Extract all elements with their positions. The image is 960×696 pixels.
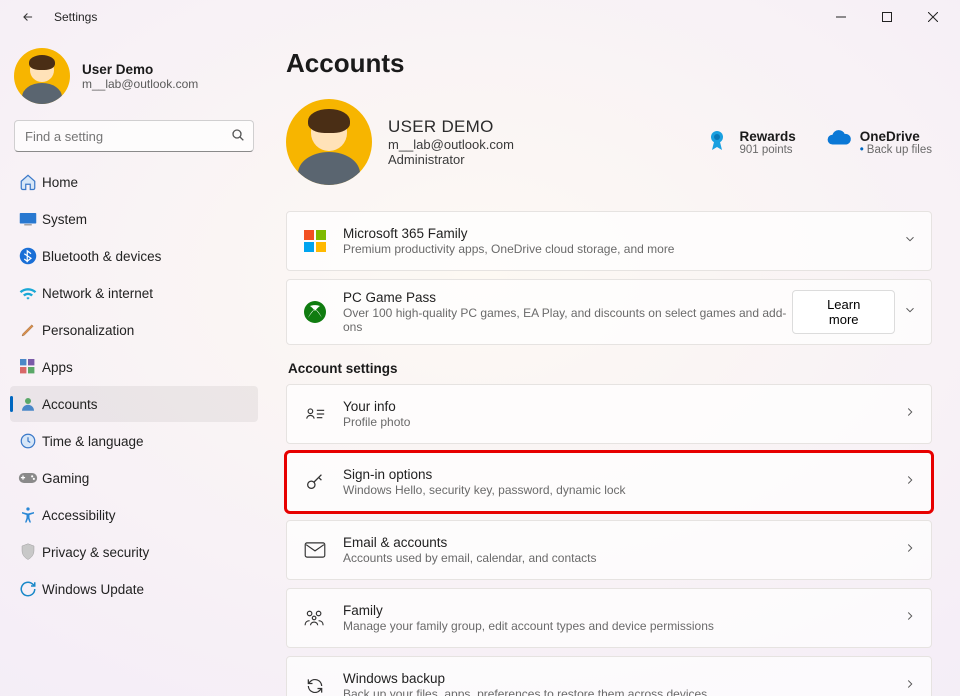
- nav-network[interactable]: Network & internet: [10, 275, 258, 311]
- home-icon: [14, 168, 42, 196]
- brush-icon: [14, 316, 42, 344]
- window-title: Settings: [54, 10, 97, 24]
- main-content: Accounts USER DEMO m__lab@outlook.com Ad…: [268, 34, 960, 696]
- nav-gaming[interactable]: Gaming: [10, 460, 258, 496]
- microsoft-icon: [301, 227, 329, 255]
- card-windows-backup[interactable]: Windows backup Back up your files, apps,…: [286, 656, 932, 696]
- account-hero: USER DEMO m__lab@outlook.com Administrat…: [286, 99, 932, 185]
- system-icon: [14, 205, 42, 233]
- search-icon: [230, 127, 246, 148]
- card-gamepass[interactable]: PC Game Pass Over 100 high-quality PC ga…: [286, 279, 932, 345]
- close-icon: [928, 12, 938, 22]
- key-icon: [301, 468, 329, 496]
- card-m365[interactable]: Microsoft 365 Family Premium productivit…: [286, 211, 932, 271]
- hero-name: USER DEMO: [388, 117, 514, 137]
- onedrive-title: OneDrive: [860, 129, 932, 144]
- profile-email: m__lab@outlook.com: [82, 77, 198, 91]
- nav-list: Home System Bluetooth & devices Network …: [10, 164, 258, 608]
- person-icon: [14, 390, 42, 418]
- nav-privacy[interactable]: Privacy & security: [10, 534, 258, 570]
- maximize-icon: [882, 12, 892, 22]
- nav-time-language[interactable]: Time & language: [10, 423, 258, 459]
- mail-icon: [301, 536, 329, 564]
- chevron-down-icon: [903, 303, 917, 322]
- contact-card-icon: [301, 400, 329, 428]
- accessibility-icon: [14, 501, 42, 529]
- hero-email: m__lab@outlook.com: [388, 137, 514, 152]
- profile-name: User Demo: [82, 62, 198, 77]
- rewards-icon: [705, 129, 729, 153]
- close-button[interactable]: [910, 1, 956, 33]
- chevron-right-icon: [903, 541, 917, 560]
- learn-more-button[interactable]: Learn more: [792, 290, 895, 334]
- chevron-right-icon: [903, 473, 917, 492]
- card-title: PC Game Pass: [343, 290, 792, 305]
- card-title: Windows backup: [343, 671, 707, 686]
- sync-icon: [301, 672, 329, 696]
- window-controls: [818, 1, 956, 33]
- card-sub: Over 100 high-quality PC games, EA Play,…: [343, 306, 792, 334]
- card-signin-options[interactable]: Sign-in options Windows Hello, security …: [286, 452, 932, 512]
- search-input[interactable]: [14, 120, 254, 152]
- nav-personalization[interactable]: Personalization: [10, 312, 258, 348]
- nav-system[interactable]: System: [10, 201, 258, 237]
- page-title: Accounts: [286, 48, 932, 79]
- card-sub: Accounts used by email, calendar, and co…: [343, 551, 596, 565]
- hero-role: Administrator: [388, 152, 514, 167]
- maximize-button[interactable]: [864, 1, 910, 33]
- nav-apps[interactable]: Apps: [10, 349, 258, 385]
- nav-accessibility[interactable]: Accessibility: [10, 497, 258, 533]
- back-button[interactable]: [14, 3, 42, 31]
- card-sub: Windows Hello, security key, password, d…: [343, 483, 626, 497]
- rewards-title: Rewards: [739, 129, 795, 144]
- card-your-info[interactable]: Your info Profile photo: [286, 384, 932, 444]
- nav-home[interactable]: Home: [10, 164, 258, 200]
- update-icon: [14, 575, 42, 603]
- bluetooth-icon: [14, 242, 42, 270]
- search-box: [14, 120, 254, 152]
- section-heading: Account settings: [288, 361, 932, 376]
- apps-icon: [14, 353, 42, 381]
- chevron-down-icon: [903, 232, 917, 251]
- minimize-icon: [836, 12, 846, 22]
- onedrive-tile[interactable]: OneDrive •Back up files: [826, 129, 932, 156]
- card-title: Microsoft 365 Family: [343, 226, 674, 241]
- card-sub: Back up your files, apps, preferences to…: [343, 687, 707, 696]
- sidebar-profile[interactable]: User Demo m__lab@outlook.com: [10, 44, 258, 114]
- arrow-left-icon: [21, 10, 35, 24]
- card-sub: Premium productivity apps, OneDrive clou…: [343, 242, 674, 256]
- card-title: Your info: [343, 399, 410, 414]
- shield-icon: [14, 538, 42, 566]
- card-sub: Manage your family group, edit account t…: [343, 619, 714, 633]
- minimize-button[interactable]: [818, 1, 864, 33]
- xbox-icon: [301, 298, 329, 326]
- avatar-large[interactable]: [286, 99, 372, 185]
- nav-bluetooth[interactable]: Bluetooth & devices: [10, 238, 258, 274]
- card-title: Email & accounts: [343, 535, 596, 550]
- card-title: Family: [343, 603, 714, 618]
- card-sub: Profile photo: [343, 415, 410, 429]
- chevron-right-icon: [903, 677, 917, 696]
- nav-windows-update[interactable]: Windows Update: [10, 571, 258, 607]
- chevron-right-icon: [903, 405, 917, 424]
- rewards-sub: 901 points: [739, 144, 795, 156]
- avatar: [14, 48, 70, 104]
- sidebar: User Demo m__lab@outlook.com Home System…: [0, 34, 268, 696]
- card-email-accounts[interactable]: Email & accounts Accounts used by email,…: [286, 520, 932, 580]
- titlebar: Settings: [0, 0, 960, 34]
- nav-accounts[interactable]: Accounts: [10, 386, 258, 422]
- onedrive-sub: •Back up files: [860, 144, 932, 156]
- card-family[interactable]: Family Manage your family group, edit ac…: [286, 588, 932, 648]
- cloud-icon: [826, 129, 850, 153]
- clock-icon: [14, 427, 42, 455]
- wifi-icon: [14, 279, 42, 307]
- chevron-right-icon: [903, 609, 917, 628]
- gamepad-icon: [14, 464, 42, 492]
- rewards-tile[interactable]: Rewards 901 points: [705, 129, 795, 156]
- card-title: Sign-in options: [343, 467, 626, 482]
- family-icon: [301, 604, 329, 632]
